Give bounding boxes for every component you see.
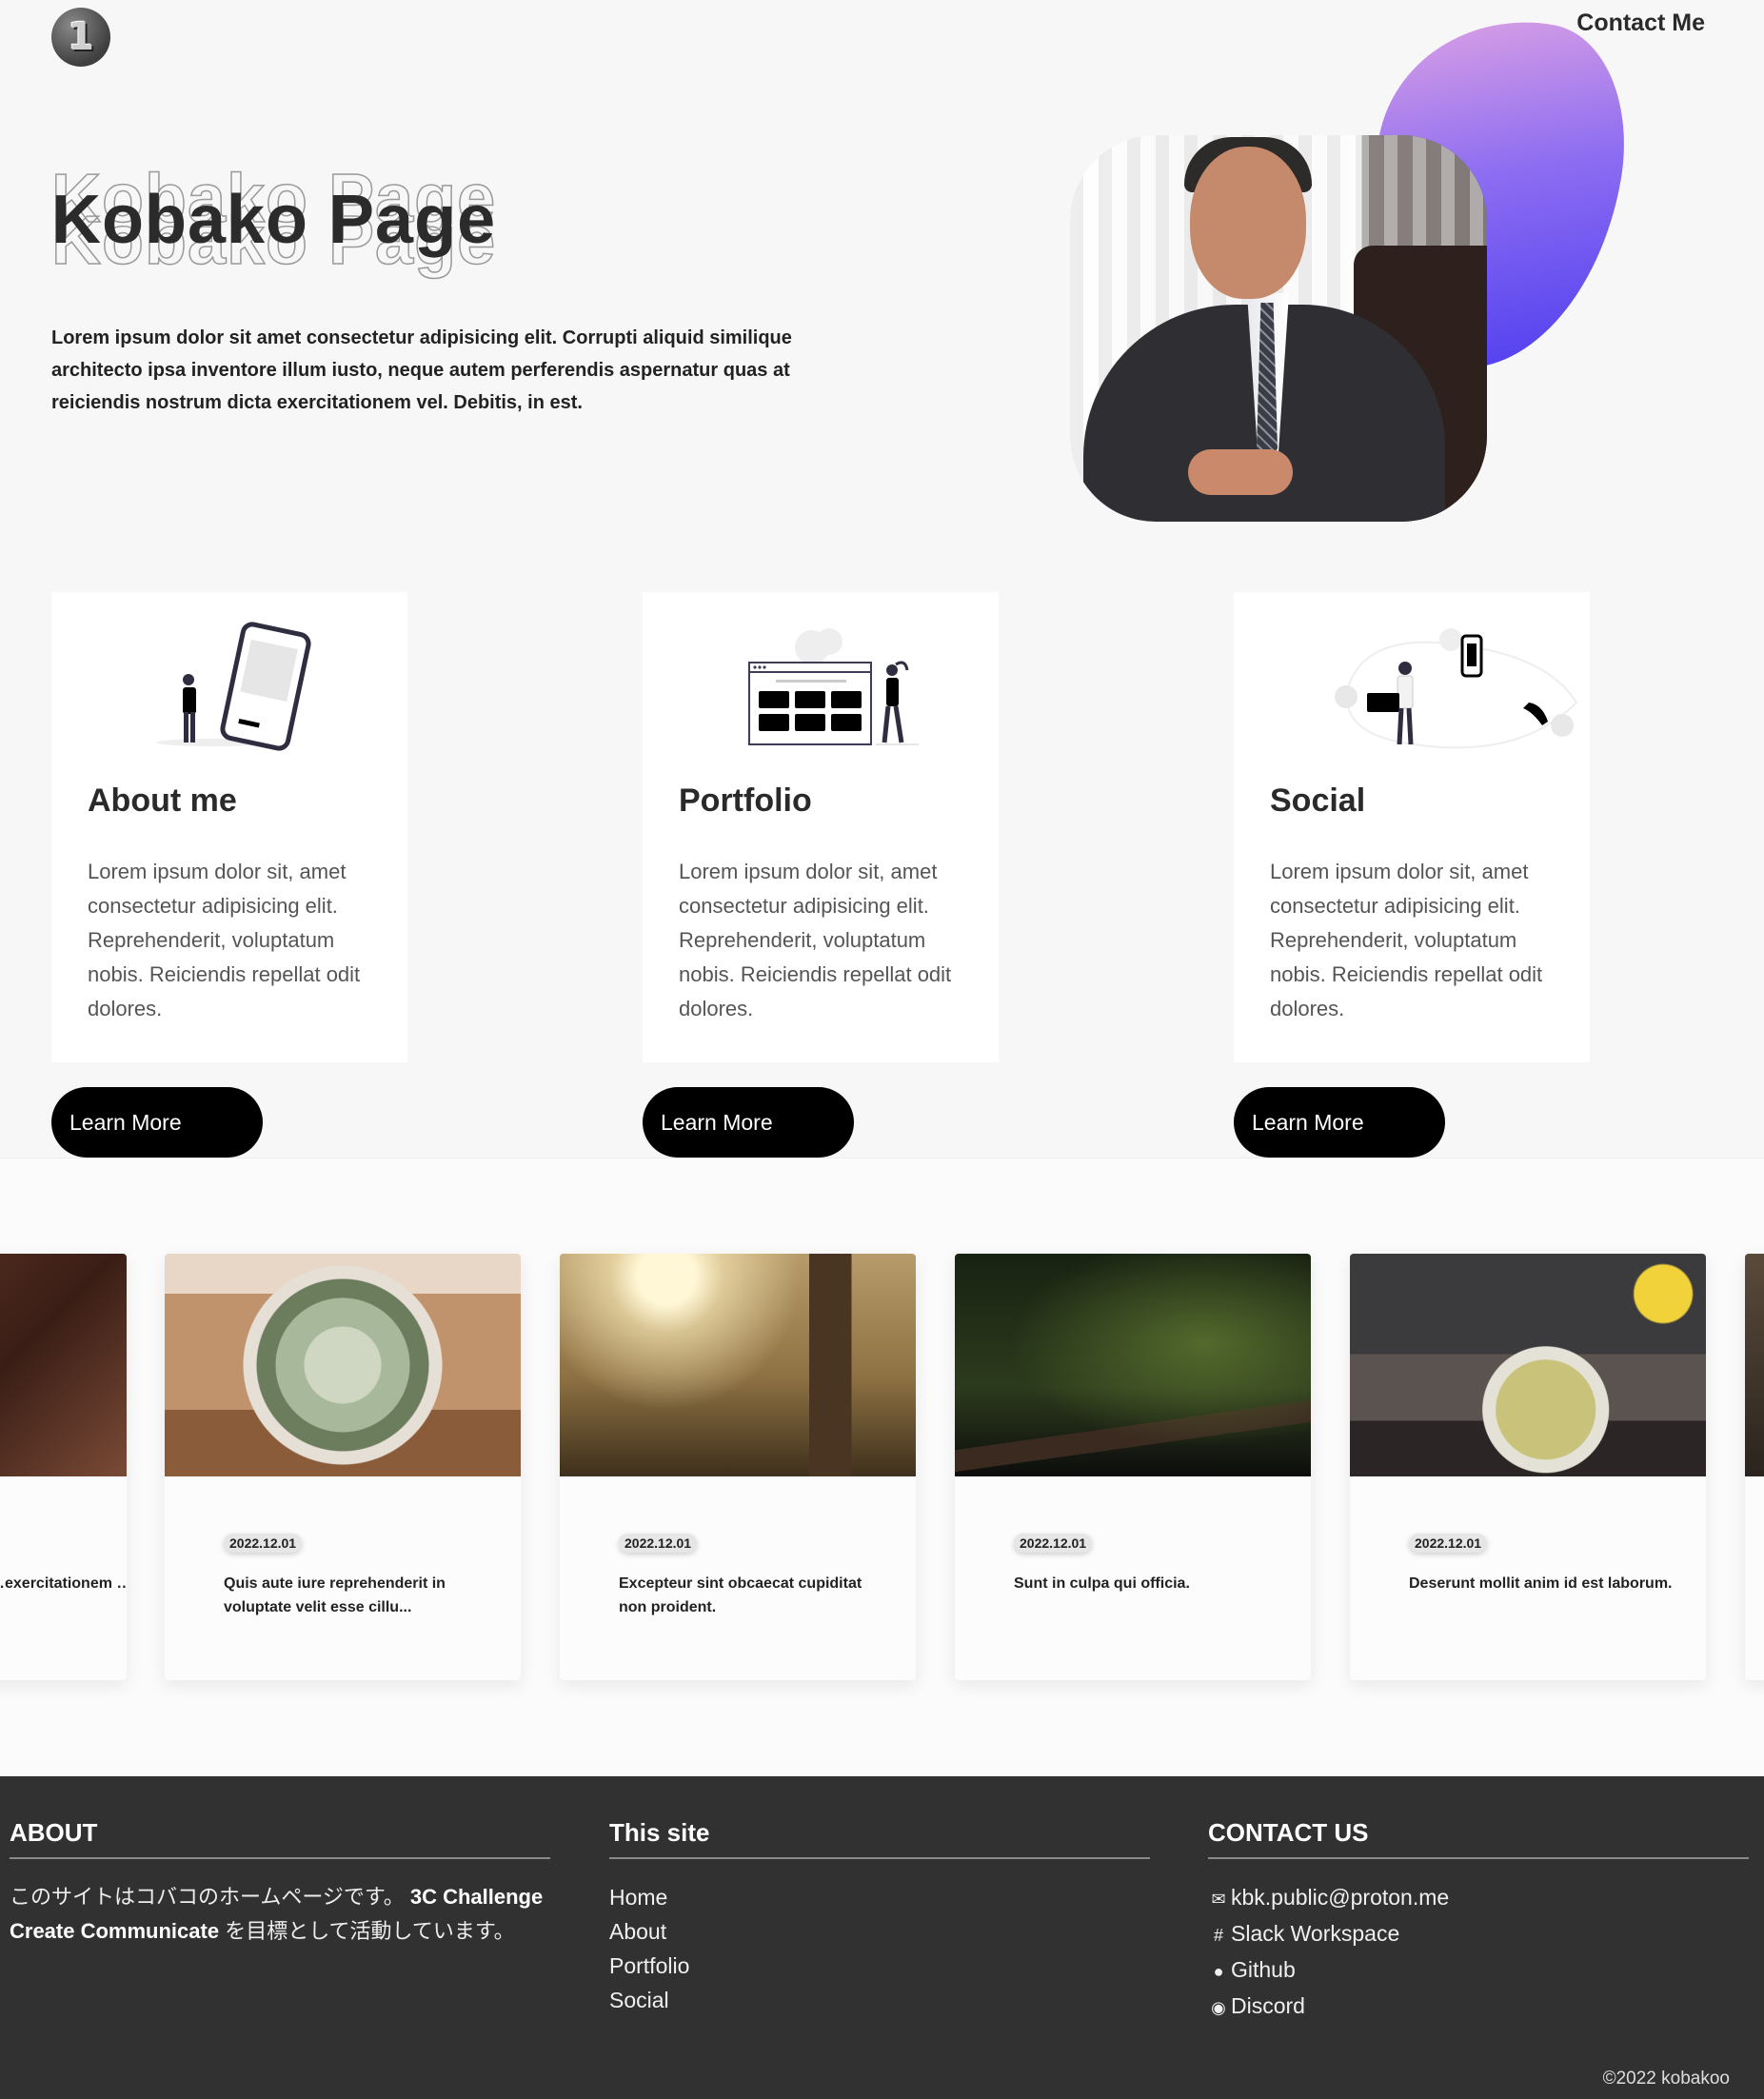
tea-pot-photo	[1350, 1254, 1706, 1476]
footer-about-text: このサイトはコバコのホームページです。	[10, 1885, 405, 1909]
post-title: Quis aute iure reprehenderit in voluptat…	[224, 1575, 446, 1615]
discord-icon: ◉	[1211, 1998, 1226, 2017]
footer-link-home[interactable]: Home	[609, 1880, 1150, 1914]
contact-me-link[interactable]: Contact Me	[1576, 10, 1705, 37]
post-title: Deserunt mollit anim id est laborum.	[1409, 1575, 1673, 1592]
footer-site: This site Home About Portfolio Social	[609, 1818, 1150, 2017]
brick-street-photo	[0, 1254, 127, 1476]
site-footer: ABOUT このサイトはコバコのホームページです。 3C Challenge C…	[0, 1776, 1764, 2099]
slack-icon: #	[1213, 1926, 1223, 1945]
cactus-photo	[165, 1254, 521, 1476]
profile-photo	[1070, 135, 1487, 522]
post-title: …exercitationem …it…	[0, 1575, 127, 1592]
post-date: 2022.12.01	[1409, 1534, 1488, 1553]
person-with-devices-illustration	[1335, 628, 1578, 749]
mail-icon: ✉	[1211, 1890, 1226, 1909]
footer-link-social[interactable]: Social	[609, 1983, 1150, 2017]
footer-contact-email[interactable]: ✉ kbk.public@proton.me	[1208, 1880, 1749, 1916]
footer-contact-slack[interactable]: # Slack Workspace	[1208, 1916, 1749, 1952]
hero-title-main: Kobako Page	[51, 182, 497, 258]
card-text: Lorem ipsum dolor sit, amet consectetur …	[88, 860, 361, 1020]
footer-contact: CONTACT US ✉ kbk.public@proton.me # Slack …	[1208, 1818, 1749, 2025]
hero-description: Lorem ipsum dolor sit amet consectetur a…	[51, 327, 792, 413]
person-with-browser-illustration	[748, 628, 919, 745]
card-title: About me	[88, 782, 237, 819]
person-with-phone-illustration	[156, 622, 311, 751]
copyright: ©2022 kobakoo	[1602, 2069, 1730, 2089]
footer-about-text-end: を目標として活動しています。	[225, 1919, 515, 1943]
footer-about: ABOUT このサイトはコバコのホームページです。 3C Challenge C…	[10, 1818, 550, 1949]
card-text: Lorem ipsum dolor sit, amet consectetur …	[679, 860, 952, 1020]
logo-glyph: 1	[68, 15, 94, 59]
site-logo[interactable]: 1	[51, 8, 110, 67]
learn-more-portfolio-button[interactable]: Learn More	[643, 1087, 854, 1158]
posts-carousel[interactable]: …exercitationem …it… 2022.12.01 Quis aut…	[0, 1158, 1764, 1776]
footer-link-portfolio[interactable]: Portfolio	[609, 1949, 1150, 1983]
post-card[interactable]: 2022.12.01 Excepteur sint obcaecat cupid…	[560, 1254, 916, 1680]
post-date: 2022.12.01	[619, 1534, 698, 1553]
post-title: Sunt in culpa qui officia.	[1014, 1575, 1190, 1592]
post-title: Excepteur sint obcaecat cupiditat non pr…	[619, 1575, 862, 1615]
hero-title: Kobako Page Kobako Page Kobako Page	[50, 160, 546, 303]
card-portfolio: Portfolio Lorem ipsum dolor sit, amet co…	[643, 592, 999, 1062]
footer-about-heading: ABOUT	[10, 1818, 550, 1859]
post-card[interactable]: 2022.12.01 Quis aute iure reprehenderit …	[165, 1254, 521, 1680]
card-title: Social	[1270, 782, 1366, 819]
footer-contact-discord[interactable]: ◉ Discord	[1208, 1989, 1749, 2025]
learn-more-social-button[interactable]: Learn More	[1234, 1087, 1445, 1158]
github-icon: ●	[1213, 1962, 1224, 1981]
next-post-photo	[1745, 1254, 1764, 1476]
night-sky-photo	[955, 1254, 1311, 1476]
card-text: Lorem ipsum dolor sit, amet consectetur …	[1270, 860, 1543, 1020]
post-card[interactable]	[1745, 1254, 1764, 1680]
footer-site-heading: This site	[609, 1818, 1150, 1859]
card-social: Social Lorem ipsum dolor sit, amet conse…	[1234, 592, 1590, 1062]
footer-contact-github[interactable]: ● Github	[1208, 1952, 1749, 1989]
post-card[interactable]: …exercitationem …it…	[0, 1254, 127, 1680]
learn-more-about-button[interactable]: Learn More	[51, 1087, 263, 1158]
post-card[interactable]: 2022.12.01 Deserunt mollit anim id est l…	[1350, 1254, 1706, 1680]
post-card[interactable]: 2022.12.01 Sunt in culpa qui officia.	[955, 1254, 1311, 1680]
footer-contact-heading: CONTACT US	[1208, 1818, 1749, 1859]
card-about-me: About me Lorem ipsum dolor sit, amet con…	[51, 592, 407, 1062]
post-date: 2022.12.01	[1014, 1534, 1093, 1553]
footer-link-about[interactable]: About	[609, 1914, 1150, 1949]
card-title: Portfolio	[679, 782, 812, 819]
sunlit-field-photo	[560, 1254, 916, 1476]
post-date: 2022.12.01	[224, 1534, 303, 1553]
